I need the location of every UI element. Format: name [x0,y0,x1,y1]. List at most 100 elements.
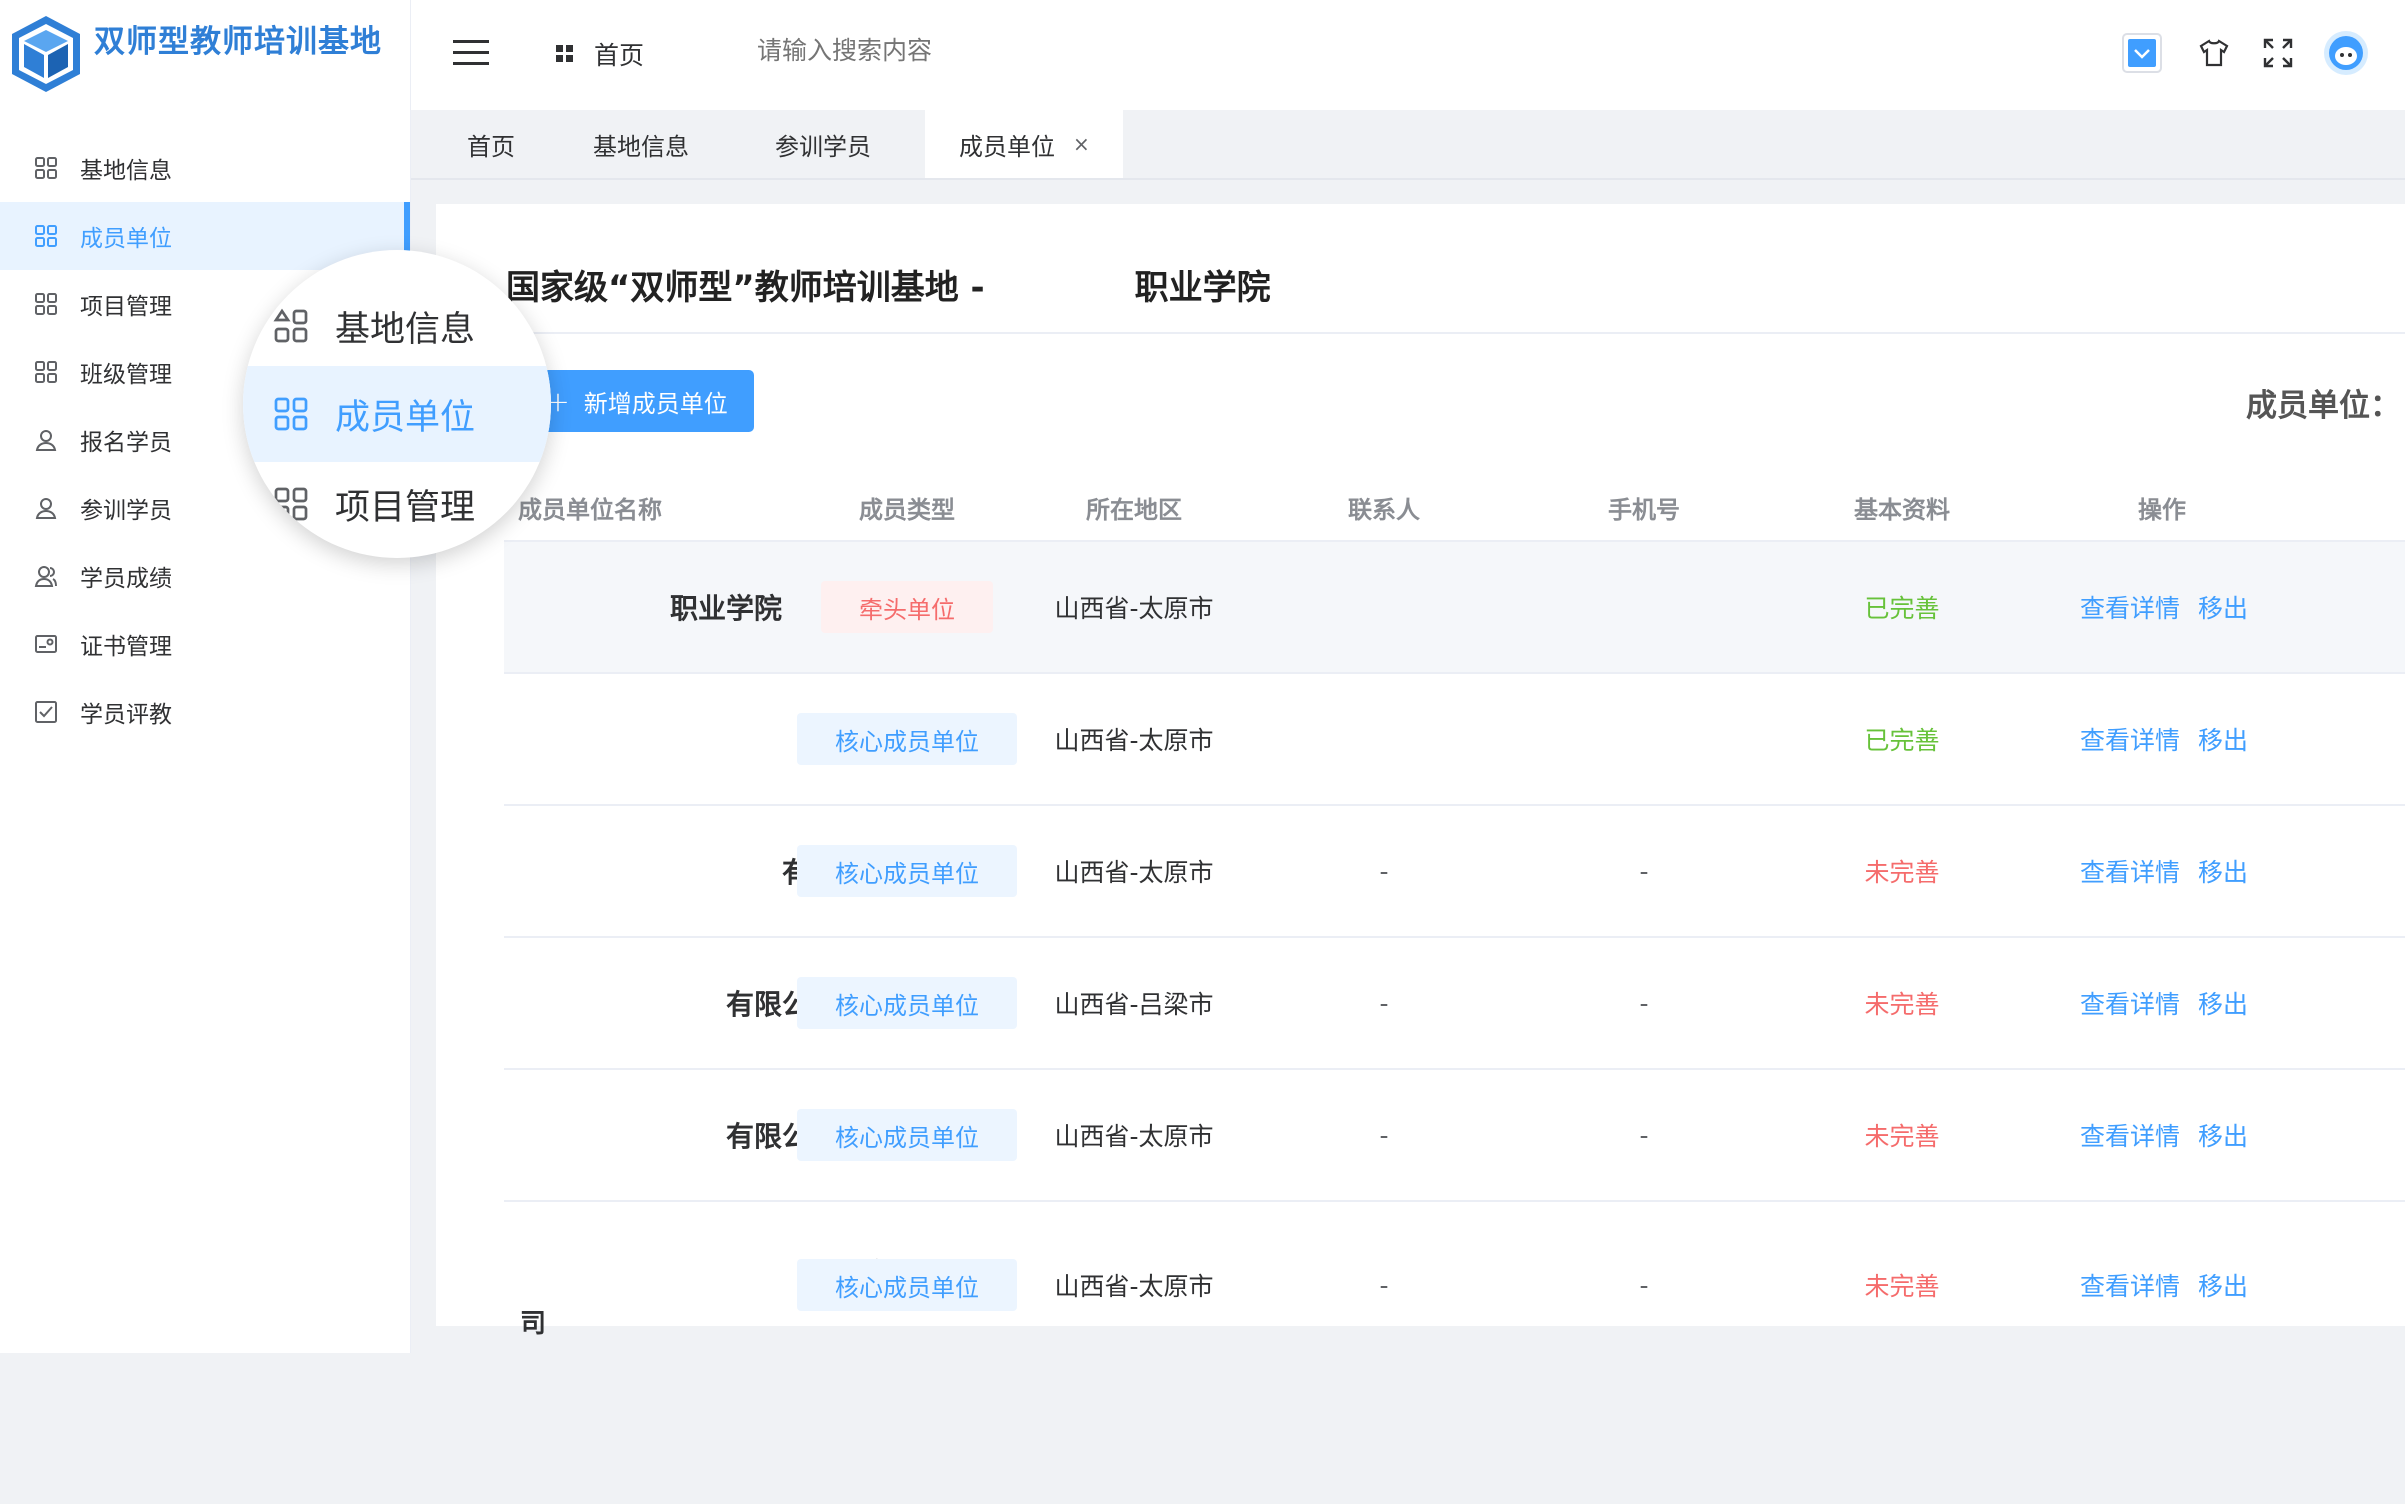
actions-cell: 查看详情 移出 [2080,806,2248,936]
tab-base-info[interactable]: 基地信息 [593,110,689,178]
grid-icon [556,45,573,62]
grid-icon [32,290,60,318]
user-group-icon [32,562,60,590]
color-picker-icon [2122,33,2162,73]
col-member-type: 成员类型 [859,495,955,524]
table-row: 职业学院 牵头单位 山西省-太原市 已完善 查看详情 移出 [504,542,2405,674]
grid-icon [32,222,60,250]
grid-icon [271,484,311,524]
main-card: 国家级“双师型”教师培训基地 - 职业学院 + 新增成员单位 成员单位： 成员单位… [436,204,2405,1339]
page-title: 国家级“双师型”教师培训基地 - 职业学院 [506,260,1271,309]
view-details-link[interactable]: 查看详情 [2080,721,2180,757]
contact-cell: - [1379,1270,1389,1300]
phone-cell [1564,674,1724,804]
basic-info-status: 已完善 [1864,726,1940,755]
actions-cell: 查看详情 移出 [2080,938,2248,1068]
remove-link[interactable]: 移出 [2198,985,2248,1021]
view-details-link[interactable]: 查看详情 [2080,1267,2180,1303]
tab-home[interactable]: 首页 [467,110,515,178]
sidebar-item-base-info[interactable]: 基地信息 [0,134,410,202]
remove-link[interactable]: 移出 [2198,1117,2248,1153]
phone-cell: - [1639,856,1649,886]
menu-magnifier: 基地信息 成员单位 项目管理 [243,250,551,558]
app-title: 双师型教师培训基地 [94,24,382,60]
magnified-item-base-info[interactable]: 基地信息 [243,278,551,374]
skin-shirt-icon[interactable] [2193,32,2235,74]
grid-icon [271,394,311,434]
theme-color-picker[interactable] [2121,32,2163,74]
sidebar-item-label: 证书管理 [80,634,172,660]
sidebar-item-label: 学员成绩 [80,566,172,592]
sidebar-item-label: 成员单位 [80,226,172,252]
sidebar-item-label: 项目管理 [80,294,172,320]
region-cell: 山西省-吕梁市 [1054,990,1214,1019]
tab-label: 参训学员 [775,132,871,161]
table-row: 有限公司 核心成员单位 山西省-太原市 - - 未完善 查看详情 移出 [504,1070,2405,1202]
member-type-tag: 核心成员单位 [797,977,1017,1029]
phone-cell [1564,542,1724,672]
contact-cell: - [1379,1120,1389,1150]
magnified-item-project-management[interactable]: 项目管理 [243,456,551,552]
sidebar-item-label: 参训学员 [80,498,172,524]
remove-link[interactable]: 移出 [2198,853,2248,889]
col-phone: 手机号 [1608,495,1680,524]
member-type-tag: 核心成员单位 [797,1259,1017,1311]
user-icon [32,494,60,522]
checkbox-icon [32,698,60,726]
basic-info-status: 未完善 [1864,990,1940,1019]
member-type-cell: 核心成员单位 [794,674,1020,804]
magnified-item-member-units[interactable]: 成员单位 [243,366,551,462]
fullscreen-icon[interactable] [2257,32,2299,74]
table-row: 有限公司 核心成员单位 山西省-吕梁市 - - 未完善 查看详情 移出 [504,938,2405,1070]
shapes-icon [271,306,311,346]
member-type-cell: 核心成员单位 [794,1220,1020,1350]
phone-cell: - [1639,988,1649,1018]
member-type-cell: 核心成员单位 [794,938,1020,1068]
table-row: 有限公司 核心成员单位 山西省-太原市 - - 未完善 查看详情 移出 [504,806,2405,938]
remove-link[interactable]: 移出 [2198,589,2248,625]
grid-icon [32,154,60,182]
actions-cell: 查看详情 移出 [2080,1070,2248,1200]
add-member-unit-button[interactable]: + 新增成员单位 [520,370,754,432]
view-details-link[interactable]: 查看详情 [2080,589,2180,625]
remove-link[interactable]: 移出 [2198,1267,2248,1303]
region-cell: 山西省-太原市 [1054,594,1214,623]
view-details-link[interactable]: 查看详情 [2080,985,2180,1021]
member-type-cell: 牵头单位 [794,542,1020,672]
contact-cell: - [1379,856,1389,886]
page-title-suffix: 职业学院 [1134,268,1271,308]
tab-label: 成员单位 [959,132,1055,161]
table-header: 成员单位名称 成员类型 所在地区 联系人 手机号 基本资料 操作 [504,474,2405,542]
view-details-link[interactable]: 查看详情 [2080,853,2180,889]
unit-name: 有限公司 [725,1120,838,1153]
logo-cube-icon [12,16,80,92]
breadcrumb[interactable]: 首页 [556,36,644,72]
sidebar-item-student-scores[interactable]: 学员成绩 [0,542,410,610]
sidebar-item-teaching-evaluation[interactable]: 学员评教 [0,678,410,746]
page-title-prefix: 国家级“双师型”教师培训基地 - [506,268,985,308]
sidebar-item-label: 基地信息 [80,158,172,184]
col-basic-info: 基本资料 [1854,495,1950,524]
user-avatar[interactable] [2323,30,2369,76]
logo-area: 双师型教师培训基地 [0,0,410,110]
contact-cell [1304,674,1464,804]
search-input[interactable] [757,36,1157,65]
tab-member-units[interactable]: 成员单位 × [925,110,1123,178]
sidebar-item-certificates[interactable]: 证书管理 [0,610,410,678]
title-divider [506,332,2405,334]
magnified-item-label: 项目管理 [335,487,476,528]
region-cell: 山西省-太原市 [1054,726,1214,755]
col-region: 所在地区 [1086,495,1182,524]
member-type-tag: 牵头单位 [821,581,993,633]
region-cell: 山西省-太原市 [1054,1122,1214,1151]
remove-link[interactable]: 移出 [2198,721,2248,757]
sidebar-item-label: 报名学员 [80,430,172,456]
basic-info-status: 未完善 [1864,858,1940,887]
tab-close-icon[interactable]: × [1073,132,1090,156]
tab-bar: 首页 基地信息 参训学员 成员单位 × [411,110,2405,180]
member-type-cell: 核心成员单位 [794,806,1020,936]
view-details-link[interactable]: 查看详情 [2080,1117,2180,1153]
tab-trainees[interactable]: 参训学员 [775,110,871,178]
hamburger-menu-icon[interactable] [453,38,489,68]
basic-info-status: 已完善 [1864,594,1940,623]
